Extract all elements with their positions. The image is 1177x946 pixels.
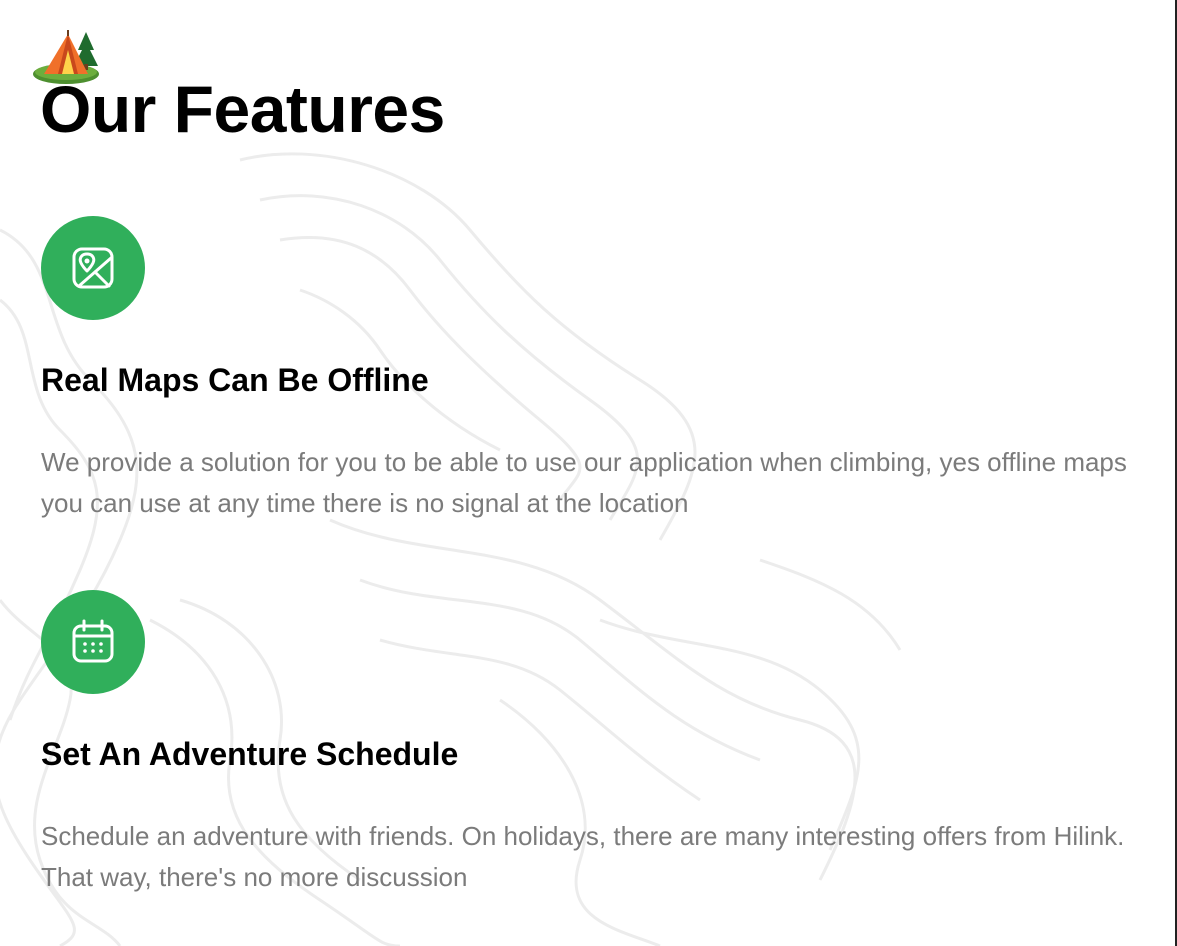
feature-icon-container [41,590,145,694]
calendar-icon [72,619,114,663]
page-title: Our Features [40,72,445,146]
feature-item-offline-maps: Real Maps Can Be Offline We provide a so… [41,216,1131,518]
feature-description: We provide a solution for you to be able… [41,447,1127,518]
feature-title: Real Maps Can Be Offline [41,362,429,398]
map-pin-icon [72,247,114,289]
feature-description: Schedule an adventure with friends. On h… [41,821,1125,892]
features-section: Our Features Real Maps Can Be Offline We… [0,0,1177,946]
feature-icon-container [41,216,145,320]
feature-title: Set An Adventure Schedule [41,736,459,772]
feature-item-adventure-schedule: Set An Adventure Schedule Schedule an ad… [41,590,1131,892]
